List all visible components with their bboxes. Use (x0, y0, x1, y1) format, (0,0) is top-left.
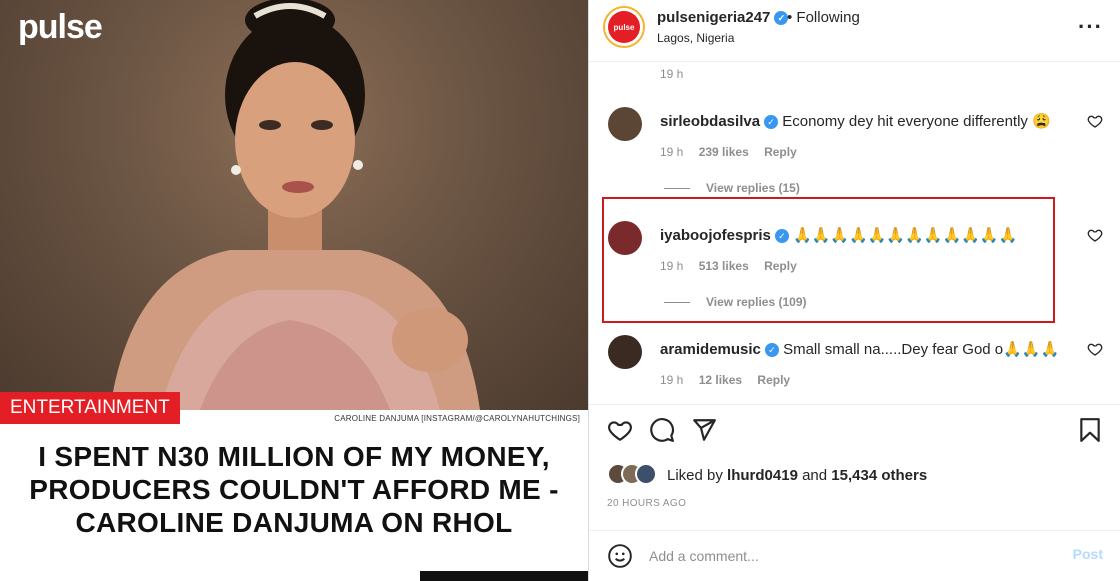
location-link[interactable]: Lagos, Nigeria (657, 31, 734, 45)
post-author[interactable]: pulsenigeria247 ✓ (657, 9, 789, 26)
verified-badge-icon: ✓ (764, 115, 779, 130)
comment-text: aramidemusic ✓ Small small na.....Dey fea… (660, 340, 1059, 358)
post-button[interactable]: Post (1073, 546, 1103, 562)
comment-likes[interactable]: 12 likes (699, 373, 742, 387)
comment-time: 19 h (660, 67, 684, 81)
comment-time: 19 h (660, 259, 684, 273)
likes-summary[interactable]: Liked by lhurd0419 and 15,434 others (667, 467, 927, 484)
avatar (635, 463, 657, 485)
heart-icon[interactable] (1087, 227, 1103, 243)
reply-button[interactable]: Reply (757, 373, 790, 387)
comment-body: Small small na.....Dey fear God o🙏🙏🙏 (783, 341, 1060, 358)
headline: I SPENT N30 MILLION OF MY MONEY, PRODUCE… (0, 440, 588, 539)
comment-icon[interactable] (649, 417, 675, 443)
comment-likes[interactable]: 513 likes (699, 259, 749, 273)
reply-button[interactable]: Reply (764, 259, 797, 273)
comment-text: iyaboojofespris ✓ 🙏🙏🙏🙏🙏🙏🙏🙏🙏🙏🙏🙏 (660, 226, 1017, 244)
add-comment-bar: Post (589, 530, 1120, 581)
heart-icon[interactable] (1087, 113, 1103, 129)
save-bookmark-icon[interactable] (1077, 417, 1103, 443)
verified-badge-icon: ✓ (764, 343, 779, 358)
category-tag: ENTERTAINMENT (0, 392, 180, 424)
comment-input[interactable] (649, 545, 1049, 567)
photo: pulse (0, 0, 588, 410)
comment-body: 🙏🙏🙏🙏🙏🙏🙏🙏🙏🙏🙏🙏 (793, 227, 1018, 244)
comment-text: sirleobdasilva ✓ Economy dey hit everyone… (660, 112, 1051, 130)
bottom-bar (420, 571, 588, 581)
comment-time: 19 h (660, 145, 684, 159)
comment-meta: 19 h 12 likes Reply (660, 373, 802, 387)
comment-meta: 19 h 513 likes Reply (660, 259, 809, 273)
comment-username[interactable]: sirleobdasilva (660, 113, 760, 130)
username[interactable]: pulsenigeria247 (657, 9, 770, 26)
comment-username[interactable]: aramidemusic (660, 341, 761, 358)
woman-portrait (110, 0, 480, 410)
comment-meta: 19 h 239 likes Reply (660, 145, 809, 159)
view-replies-label[interactable]: View replies (15) (706, 181, 800, 195)
comments-list[interactable]: 19 h sirleobdasilva ✓ Economy dey hit eve… (589, 62, 1120, 404)
comment-body: Economy dey hit everyone differently 😩 (782, 113, 1051, 130)
reply-button[interactable]: Reply (764, 145, 797, 159)
avatar[interactable] (608, 335, 642, 369)
liked-by-count[interactable]: 15,434 others (831, 467, 927, 484)
more-options-icon[interactable]: ··· (1078, 14, 1103, 40)
view-replies-label[interactable]: View replies (109) (706, 295, 807, 309)
post-timestamp: 20 HOURS AGO (607, 498, 687, 509)
following-button[interactable]: • Following (787, 9, 860, 26)
avatar[interactable] (608, 221, 642, 255)
comment-likes[interactable]: 239 likes (699, 145, 749, 159)
avatar-logo: pulse (608, 11, 640, 43)
headline-line: I SPENT N30 MILLION OF MY MONEY, (38, 441, 550, 472)
like-heart-icon[interactable] (607, 417, 633, 443)
divider (664, 302, 690, 304)
profile-avatar[interactable]: pulse (603, 6, 645, 48)
headline-line: PRODUCERS COULDN'T AFFORD ME - (29, 474, 559, 505)
photo-credit: CAROLINE DANJUMA [INSTAGRAM/@CAROLYNAHUT… (334, 414, 580, 423)
avatar[interactable] (608, 107, 642, 141)
emoji-icon[interactable] (607, 543, 633, 569)
heart-icon[interactable] (1087, 341, 1103, 357)
pulse-logo: pulse (18, 8, 103, 46)
share-icon[interactable] (691, 417, 717, 443)
comment-username[interactable]: iyaboojofespris (660, 227, 771, 244)
liked-by-prefix: Liked by (667, 467, 723, 484)
post-image: pulse ENTERTAINMENT CAROLINE DANJUMA [IN… (0, 0, 588, 581)
post-header: pulse pulsenigeria247 ✓ • Following Lagos… (589, 0, 1120, 62)
headline-line: CAROLINE DANJUMA ON RHOL (75, 507, 513, 538)
view-replies-button[interactable]: View replies (15) (664, 181, 800, 195)
comment-time: 19 h (660, 373, 684, 387)
liked-by-user[interactable]: lhurd0419 (727, 467, 798, 484)
post-actions: Liked by lhurd0419 and 15,434 others 20 … (589, 404, 1120, 530)
post-panel: pulse pulsenigeria247 ✓ • Following Lagos… (588, 0, 1120, 581)
divider (664, 188, 690, 190)
liked-by-and: and (802, 467, 828, 484)
view-replies-button[interactable]: View replies (109) (664, 295, 807, 309)
verified-badge-icon: ✓ (774, 229, 789, 244)
